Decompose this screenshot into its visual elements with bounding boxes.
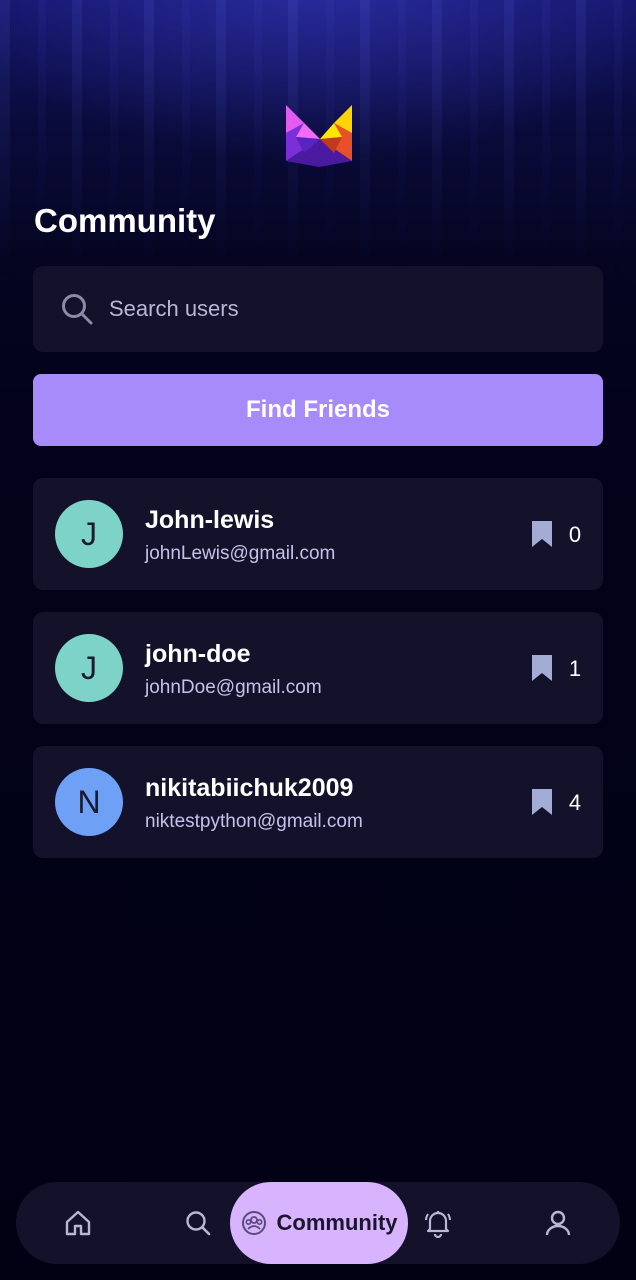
user-name: john-doe xyxy=(145,640,251,668)
search-bar[interactable] xyxy=(33,266,603,352)
page-title: Community xyxy=(34,202,216,239)
search-icon xyxy=(62,294,93,325)
nav-notifications[interactable] xyxy=(416,1182,460,1264)
user-icon xyxy=(545,1210,571,1236)
nav-home[interactable] xyxy=(56,1182,100,1264)
find-friends-button[interactable]: Find Friends xyxy=(33,374,603,446)
avatar: N xyxy=(55,768,123,836)
nav-search[interactable] xyxy=(176,1182,220,1264)
user-name: John-lewis xyxy=(145,506,275,534)
bookmark-count: 4 xyxy=(568,790,582,815)
avatar: J xyxy=(55,634,123,702)
user-email: johnLewis@gmail.com xyxy=(145,543,336,564)
user-card[interactable]: J john-doe johnDoe@gmail.com 1 xyxy=(33,612,603,724)
user-email: niktestpython@gmail.com xyxy=(145,811,363,832)
nav-community[interactable]: Community xyxy=(230,1182,408,1264)
community-icon xyxy=(241,1211,266,1235)
bookmark-icon xyxy=(532,655,552,681)
bookmark-count: 1 xyxy=(568,656,582,681)
bookmark-icon xyxy=(532,521,552,547)
user-email: johnDoe@gmail.com xyxy=(145,677,322,698)
user-list: J John-lewis johnLewis@gmail.com 0 J joh… xyxy=(33,478,603,880)
bell-icon xyxy=(425,1211,451,1238)
user-card[interactable]: J John-lewis johnLewis@gmail.com 0 xyxy=(33,478,603,590)
avatar: J xyxy=(55,500,123,568)
user-card[interactable]: N nikitabiichuk2009 niktestpython@gmail.… xyxy=(33,746,603,858)
search-input[interactable] xyxy=(109,288,579,330)
nav-community-label: Community xyxy=(276,1210,398,1235)
bookmark-count: 0 xyxy=(568,522,582,547)
search-icon xyxy=(186,1211,211,1236)
app-logo xyxy=(286,105,352,167)
bookmark-icon xyxy=(532,789,552,815)
home-icon xyxy=(65,1210,91,1236)
bottom-nav: Community xyxy=(16,1182,620,1264)
user-name: nikitabiichuk2009 xyxy=(145,774,354,802)
nav-profile[interactable] xyxy=(536,1182,580,1264)
